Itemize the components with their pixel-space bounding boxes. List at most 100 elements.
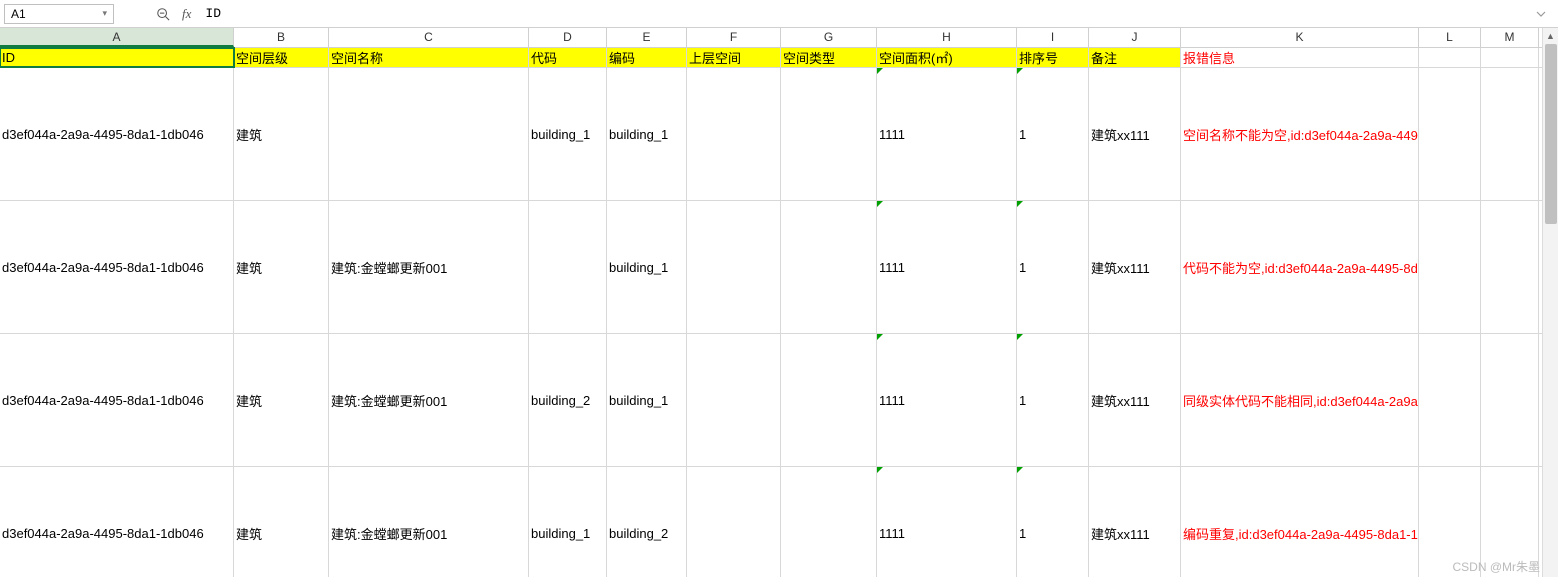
header-cell[interactable]: 编码 xyxy=(607,48,687,67)
data-cell[interactable]: 1 xyxy=(1017,68,1089,200)
zoom-out-icon[interactable] xyxy=(154,5,172,23)
data-cell[interactable]: d3ef044a-2a9a-4495-8da1-1db046 xyxy=(0,68,234,200)
header-cell[interactable]: 空间面积(㎡) xyxy=(877,48,1017,67)
data-cell[interactable]: d3ef044a-2a9a-4495-8da1-1db046 xyxy=(0,201,234,333)
vertical-scrollbar[interactable]: ▲ xyxy=(1542,28,1558,577)
data-cell[interactable]: 1 xyxy=(1017,467,1089,577)
error-indicator-icon xyxy=(1017,201,1023,207)
data-cell[interactable] xyxy=(1419,201,1481,333)
cell-text: 空间面积(㎡) xyxy=(879,48,953,67)
header-cell[interactable]: 代码 xyxy=(529,48,607,67)
column-header-K[interactable]: K xyxy=(1181,28,1419,47)
data-cell[interactable] xyxy=(1481,334,1539,466)
header-cell[interactable]: 空间层级 xyxy=(234,48,329,67)
column-header-I[interactable]: I xyxy=(1017,28,1089,47)
header-cell[interactable]: 报错信息 xyxy=(1181,48,1419,67)
header-cell[interactable]: 上层空间 xyxy=(687,48,781,67)
data-cell[interactable]: building_1 xyxy=(607,334,687,466)
column-header-M[interactable]: M xyxy=(1481,28,1539,47)
data-cell[interactable]: building_2 xyxy=(607,467,687,577)
header-cell[interactable] xyxy=(1481,48,1539,67)
data-cell[interactable] xyxy=(687,201,781,333)
formula-expand-icon[interactable] xyxy=(1532,5,1550,23)
data-cell[interactable]: 建筑xx111 xyxy=(1089,68,1181,200)
data-cell[interactable]: 空间名称不能为空,id:d3ef044a-2a9a-4495-8da1-1db0… xyxy=(1181,68,1419,200)
cell-text: d3ef044a-2a9a-4495-8da1-1db046 xyxy=(2,127,204,142)
header-cell[interactable]: 空间类型 xyxy=(781,48,877,67)
data-cell[interactable]: 代码不能为空,id:d3ef044a-2a9a-4495-8da1-1db04e… xyxy=(1181,201,1419,333)
data-cell[interactable]: building_2 xyxy=(529,334,607,466)
data-cell[interactable]: 同级实体代码不能相同,id:d3ef044a-2a9a-4495-8da1-1d… xyxy=(1181,334,1419,466)
data-cell[interactable]: 建筑xx111 xyxy=(1089,334,1181,466)
data-cell[interactable] xyxy=(687,68,781,200)
table-row: d3ef044a-2a9a-4495-8da1-1db046建筑建筑:金螳螂更新… xyxy=(0,201,1542,334)
data-cell[interactable] xyxy=(1419,68,1481,200)
data-cell[interactable]: 1111 xyxy=(877,334,1017,466)
data-cell[interactable] xyxy=(529,201,607,333)
cell-text: building_1 xyxy=(609,127,668,142)
header-cell[interactable]: ID xyxy=(0,48,234,67)
data-cell[interactable]: 1111 xyxy=(877,201,1017,333)
data-cell[interactable]: 建筑:金螳螂更新001 xyxy=(329,201,529,333)
cell-text: 建筑xx111 xyxy=(1091,524,1150,543)
column-header-D[interactable]: D xyxy=(529,28,607,47)
data-cell[interactable]: 建筑 xyxy=(234,334,329,466)
data-cell[interactable]: d3ef044a-2a9a-4495-8da1-1db046 xyxy=(0,467,234,577)
cell-text: 编码 xyxy=(609,48,635,67)
header-cell[interactable]: 排序号 xyxy=(1017,48,1089,67)
error-indicator-icon xyxy=(1017,68,1023,74)
header-cell[interactable]: 备注 xyxy=(1089,48,1181,67)
cell-text: 空间层级 xyxy=(236,48,288,67)
cell-text: 建筑xx111 xyxy=(1091,391,1150,410)
cell-text: d3ef044a-2a9a-4495-8da1-1db046 xyxy=(2,526,204,541)
data-cell[interactable]: 建筑xx111 xyxy=(1089,201,1181,333)
column-header-F[interactable]: F xyxy=(687,28,781,47)
fx-label[interactable]: fx xyxy=(182,6,191,22)
scroll-thumb[interactable] xyxy=(1545,44,1557,224)
data-cell[interactable]: 建筑:金螳螂更新001 xyxy=(329,467,529,577)
column-header-G[interactable]: G xyxy=(781,28,877,47)
data-cell[interactable] xyxy=(1481,201,1539,333)
cell-text: 1111 xyxy=(879,393,905,408)
data-cell[interactable]: 建筑 xyxy=(234,68,329,200)
column-header-C[interactable]: C xyxy=(329,28,529,47)
data-cell[interactable] xyxy=(781,467,877,577)
data-cell[interactable]: 建筑:金螳螂更新001 xyxy=(329,334,529,466)
column-header-B[interactable]: B xyxy=(234,28,329,47)
formula-input[interactable] xyxy=(201,4,1532,24)
scroll-up-icon[interactable]: ▲ xyxy=(1543,28,1558,44)
data-cell[interactable]: 建筑 xyxy=(234,201,329,333)
error-indicator-icon xyxy=(877,201,883,207)
data-cell[interactable] xyxy=(781,68,877,200)
data-cell[interactable]: building_1 xyxy=(529,68,607,200)
data-cell[interactable] xyxy=(1419,334,1481,466)
data-cell[interactable]: d3ef044a-2a9a-4495-8da1-1db046 xyxy=(0,334,234,466)
column-header-A[interactable]: A xyxy=(0,28,234,47)
data-cell[interactable] xyxy=(781,201,877,333)
data-cell[interactable]: 1 xyxy=(1017,334,1089,466)
cell-text: building_1 xyxy=(609,260,668,275)
data-cell[interactable]: 建筑 xyxy=(234,467,329,577)
data-cell[interactable]: 建筑xx111 xyxy=(1089,467,1181,577)
data-cell[interactable]: 1111 xyxy=(877,467,1017,577)
data-cell[interactable] xyxy=(781,334,877,466)
data-cell[interactable] xyxy=(1481,68,1539,200)
data-cell[interactable]: building_1 xyxy=(529,467,607,577)
data-cell[interactable] xyxy=(687,467,781,577)
data-cell[interactable]: 1 xyxy=(1017,201,1089,333)
column-header-J[interactable]: J xyxy=(1089,28,1181,47)
cell-text: 同级实体代码不能相同,id:d3ef044a-2a9a-4495-8da1-1d… xyxy=(1183,391,1419,410)
header-cell[interactable]: 空间名称 xyxy=(329,48,529,67)
name-box[interactable]: A1 ▾ xyxy=(4,4,114,24)
column-header-E[interactable]: E xyxy=(607,28,687,47)
header-cell[interactable] xyxy=(1419,48,1481,67)
data-cell[interactable]: building_1 xyxy=(607,201,687,333)
data-cell[interactable]: building_1 xyxy=(607,68,687,200)
data-cell[interactable] xyxy=(329,68,529,200)
data-cell[interactable] xyxy=(687,334,781,466)
column-header-H[interactable]: H xyxy=(877,28,1017,47)
data-cell[interactable]: 1111 xyxy=(877,68,1017,200)
data-cell[interactable]: 编码重复,id:d3ef044a-2a9a-4495-8da1-1db04e13… xyxy=(1181,467,1419,577)
cell-text: 空间名称 xyxy=(331,48,383,67)
column-header-L[interactable]: L xyxy=(1419,28,1481,47)
